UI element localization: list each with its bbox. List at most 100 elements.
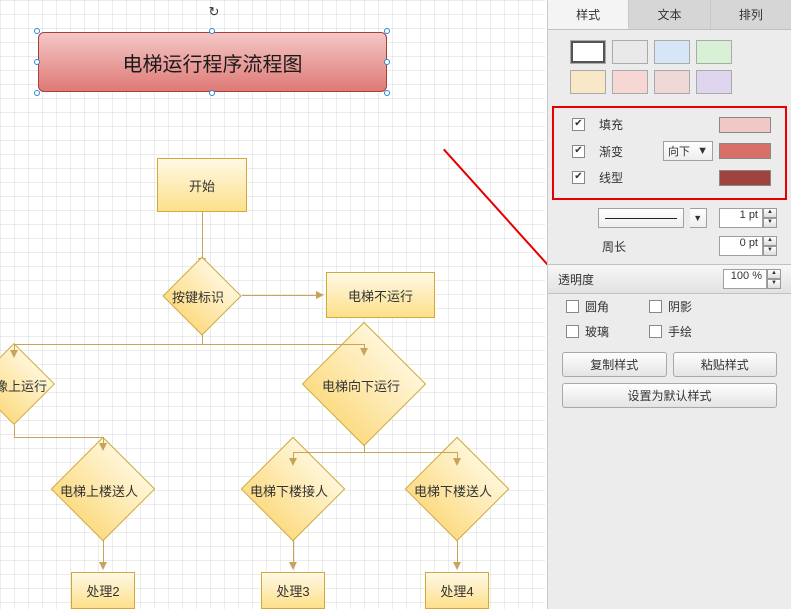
edge <box>202 212 203 260</box>
resize-handle-s[interactable] <box>209 90 215 96</box>
line-style-toggle[interactable]: ▼ <box>690 208 708 228</box>
node-not-run[interactable]: 电梯不运行 <box>326 272 435 318</box>
paste-style-button[interactable]: 粘贴样式 <box>673 352 778 377</box>
spin-down-icon[interactable]: ▼ <box>763 246 777 256</box>
opacity-section: 透明度 100 % ▲▼ <box>548 264 791 294</box>
node-proc2[interactable]: 处理2 <box>71 572 135 609</box>
edge <box>293 540 294 564</box>
checkbox-fill[interactable]: ✔ <box>572 118 585 131</box>
swatch-row-1 <box>548 30 791 68</box>
copy-style-button[interactable]: 复制样式 <box>562 352 667 377</box>
node-label: 开始 <box>189 176 215 195</box>
line-style-dropdown[interactable] <box>598 208 684 228</box>
spin-down-icon[interactable]: ▼ <box>763 218 777 228</box>
rotate-handle-icon[interactable]: ↻ <box>207 5 221 19</box>
spin-down-icon[interactable]: ▼ <box>767 279 781 289</box>
tab-style[interactable]: 样式 <box>548 0 629 29</box>
arrow-down-icon <box>453 562 461 570</box>
tab-label: 文本 <box>657 6 681 23</box>
swatch[interactable] <box>612 70 648 94</box>
spin-up-icon[interactable]: ▲ <box>767 269 781 279</box>
edge <box>14 344 364 345</box>
swatch[interactable] <box>570 40 606 64</box>
resize-handle-sw[interactable] <box>34 90 40 96</box>
gradient-dir-select[interactable]: 向下 ▼ <box>663 141 713 161</box>
canvas[interactable]: 电梯运行程序流程图 ↻ 开始 按键标识 电梯不运行 像上运行 电梯向下运行 电梯… <box>0 0 546 609</box>
resize-handle-e[interactable] <box>384 59 390 65</box>
swatch[interactable] <box>696 70 732 94</box>
checkbox-gradient[interactable]: ✔ <box>572 145 585 158</box>
tab-label: 样式 <box>576 6 600 23</box>
edge <box>14 425 15 437</box>
arrow-down-icon <box>99 443 107 451</box>
arrow-down-icon <box>289 458 297 466</box>
swatch-row-2 <box>548 68 791 100</box>
rounded-label: 圆角 <box>585 298 609 315</box>
chevron-down-icon: ▼ <box>697 145 708 157</box>
line-width-spinner[interactable]: 1 pt ▲▼ <box>719 208 777 228</box>
arrow-down-icon <box>10 350 18 358</box>
edge <box>364 444 365 452</box>
node-label: 处理2 <box>86 581 119 600</box>
node-label: 处理4 <box>440 581 473 600</box>
node-label: 电梯下楼接人 <box>250 481 328 500</box>
set-default-style-button[interactable]: 设置为默认样式 <box>562 383 777 408</box>
format-panel: 样式 文本 排列 ✔ 填充 ✔ 渐变 向下 ▼ <box>547 0 791 609</box>
checkbox-sketch[interactable] <box>649 325 662 338</box>
edge <box>242 295 318 296</box>
perimeter-spinner[interactable]: 0 pt ▲▼ <box>719 236 777 256</box>
title-rect[interactable]: 电梯运行程序流程图 <box>38 32 387 92</box>
arrow-down-icon <box>360 348 368 356</box>
swatch[interactable] <box>654 70 690 94</box>
sketch-label: 手绘 <box>668 323 692 340</box>
node-label: 按键标识 <box>172 287 224 306</box>
tab-arrange[interactable]: 排列 <box>711 0 791 29</box>
node-proc4[interactable]: 处理4 <box>425 572 489 609</box>
perimeter-label: 周长 <box>598 238 626 255</box>
arrow-right-icon <box>316 291 324 299</box>
panel-tabs: 样式 文本 排列 <box>548 0 791 30</box>
node-proc3[interactable]: 处理3 <box>261 572 325 609</box>
fill-color-chip[interactable] <box>719 117 771 133</box>
resize-handle-nw[interactable] <box>34 28 40 34</box>
button-label: 粘贴样式 <box>701 358 749 372</box>
node-start[interactable]: 开始 <box>157 158 247 212</box>
arrow-down-icon <box>99 562 107 570</box>
resize-handle-se[interactable] <box>384 90 390 96</box>
checkbox-glass[interactable] <box>566 325 579 338</box>
swatch[interactable] <box>612 40 648 64</box>
edge <box>293 452 457 453</box>
spin-up-icon[interactable]: ▲ <box>763 236 777 246</box>
line-width-value[interactable]: 1 pt <box>719 208 763 228</box>
swatch[interactable] <box>570 70 606 94</box>
swatch[interactable] <box>654 40 690 64</box>
spin-up-icon[interactable]: ▲ <box>763 208 777 218</box>
perimeter-value[interactable]: 0 pt <box>719 236 763 256</box>
gradient-label: 渐变 <box>595 143 623 160</box>
line-color-chip[interactable] <box>719 170 771 186</box>
title-text: 电梯运行程序流程图 <box>123 48 303 77</box>
resize-handle-ne[interactable] <box>384 28 390 34</box>
node-label: 像上运行 <box>0 376 47 395</box>
gradient-color-chip[interactable] <box>719 143 771 159</box>
node-label: 电梯向下运行 <box>322 376 400 395</box>
checkbox-line[interactable]: ✔ <box>572 171 585 184</box>
node-label: 电梯上楼送人 <box>60 481 138 500</box>
swatch[interactable] <box>696 40 732 64</box>
resize-handle-w[interactable] <box>34 59 40 65</box>
checkbox-shadow[interactable] <box>649 300 662 313</box>
checkbox-rounded[interactable] <box>566 300 579 313</box>
arrow-down-icon <box>289 562 297 570</box>
opacity-value[interactable]: 100 % <box>723 269 767 289</box>
tab-label: 排列 <box>739 6 763 23</box>
resize-handle-n[interactable] <box>209 28 215 34</box>
node-label: 电梯下楼送人 <box>414 481 492 500</box>
shadow-label: 阴影 <box>668 298 692 315</box>
glass-label: 玻璃 <box>585 323 609 340</box>
button-label: 设置为默认样式 <box>627 389 711 403</box>
tab-text[interactable]: 文本 <box>629 0 710 29</box>
edge <box>103 540 104 564</box>
highlighted-section: ✔ 填充 ✔ 渐变 向下 ▼ ✔ 线型 <box>552 106 787 200</box>
opacity-spinner[interactable]: 100 % ▲▼ <box>723 269 781 289</box>
gradient-dir-value: 向下 <box>668 143 690 159</box>
